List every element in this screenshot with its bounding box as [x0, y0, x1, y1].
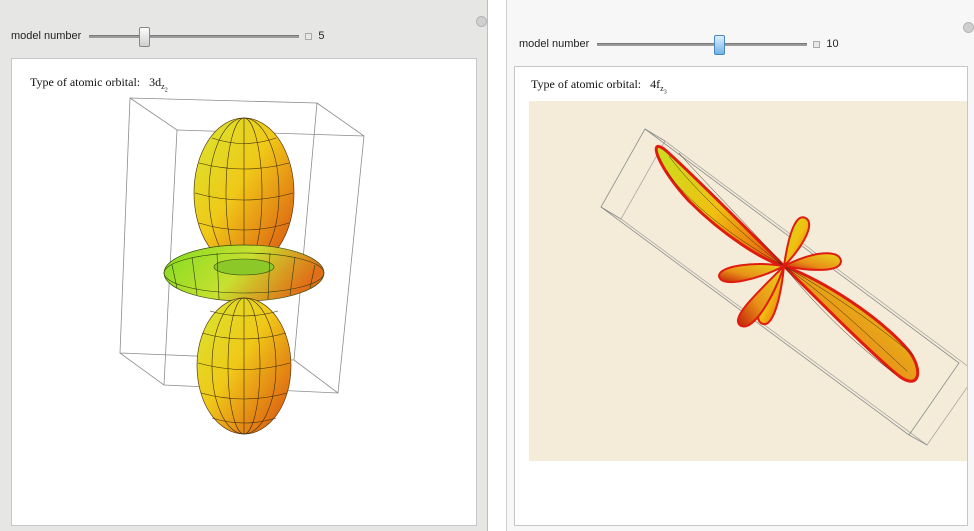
- model-number-label: model number: [519, 38, 590, 50]
- slider-thumb[interactable]: [139, 26, 151, 47]
- plus-box-icon[interactable]: [305, 32, 313, 40]
- slider-thumb[interactable]: [714, 34, 726, 55]
- model-number-control-left: model number 5: [11, 26, 325, 47]
- output-pane-right: Type of atomic orbital: 4fz3: [514, 66, 968, 526]
- plus-circle-icon[interactable]: [476, 16, 487, 27]
- plus-box-icon[interactable]: [813, 40, 821, 48]
- lower-lobe: [196, 297, 292, 435]
- plot-background: [529, 101, 967, 461]
- model-number-control-right: model number 10: [519, 34, 839, 55]
- orbital-name: 3d: [149, 75, 162, 89]
- model-number-value: 10: [826, 38, 839, 50]
- orbital-label: Type of atomic orbital:: [30, 75, 141, 89]
- orbital-plot-3dz2[interactable]: [12, 93, 476, 525]
- model-number-label: model number: [11, 30, 82, 42]
- orbital-plot-4fz3[interactable]: [529, 101, 967, 461]
- output-pane-left: Type of atomic orbital: 3dz2: [11, 58, 477, 526]
- panel-divider: [488, 0, 506, 531]
- plus-circle-icon[interactable]: [963, 22, 974, 33]
- torus-ring: [163, 244, 325, 302]
- orbital-name: 4f: [650, 77, 661, 91]
- model-number-slider[interactable]: [89, 26, 300, 47]
- orbital-subscript-sub: 3: [663, 89, 667, 96]
- orbital-title: Type of atomic orbital: 3dz2: [30, 75, 168, 94]
- model-number-value: 5: [318, 30, 325, 42]
- model-number-slider[interactable]: [597, 34, 808, 55]
- manipulate-panel-left: model number 5 Type of atomic orbital: 3…: [0, 0, 488, 531]
- manipulate-panel-right: model number 10 Type of atomic orbital: …: [506, 0, 974, 531]
- orbital-title: Type of atomic orbital: 4fz3: [531, 77, 667, 96]
- orbital-label: Type of atomic orbital:: [531, 77, 642, 91]
